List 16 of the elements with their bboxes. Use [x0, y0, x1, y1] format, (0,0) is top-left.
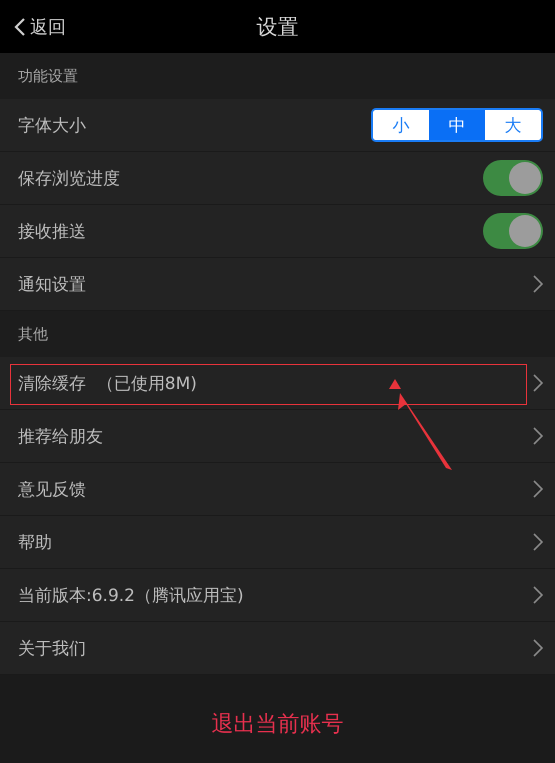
setting-label: 字体大小 [18, 114, 87, 136]
section-header: 其他 [18, 324, 48, 344]
setting-label: 清除缓存 （已使用8M) [18, 372, 198, 394]
setting-label: 通知设置 [18, 274, 87, 296]
setting-label: 保存浏览进度 [18, 168, 121, 190]
setting-label: 意见反馈 [18, 478, 87, 500]
page-title: 设置 [256, 14, 298, 40]
setting-label: 接收推送 [18, 220, 87, 242]
setting-label: 关于我们 [18, 638, 87, 660]
setting-label: 推荐给朋友 [18, 426, 104, 448]
section-header: 功能设置 [18, 66, 78, 86]
logout-button[interactable]: 退出当前账号 [212, 709, 344, 739]
setting-label: 当前版本:6.9.2（腾讯应用宝) [18, 584, 245, 606]
segment-option[interactable]: 中 [429, 110, 485, 140]
setting-label: 帮助 [18, 532, 53, 554]
back-button[interactable]: 返回 [0, 14, 66, 38]
